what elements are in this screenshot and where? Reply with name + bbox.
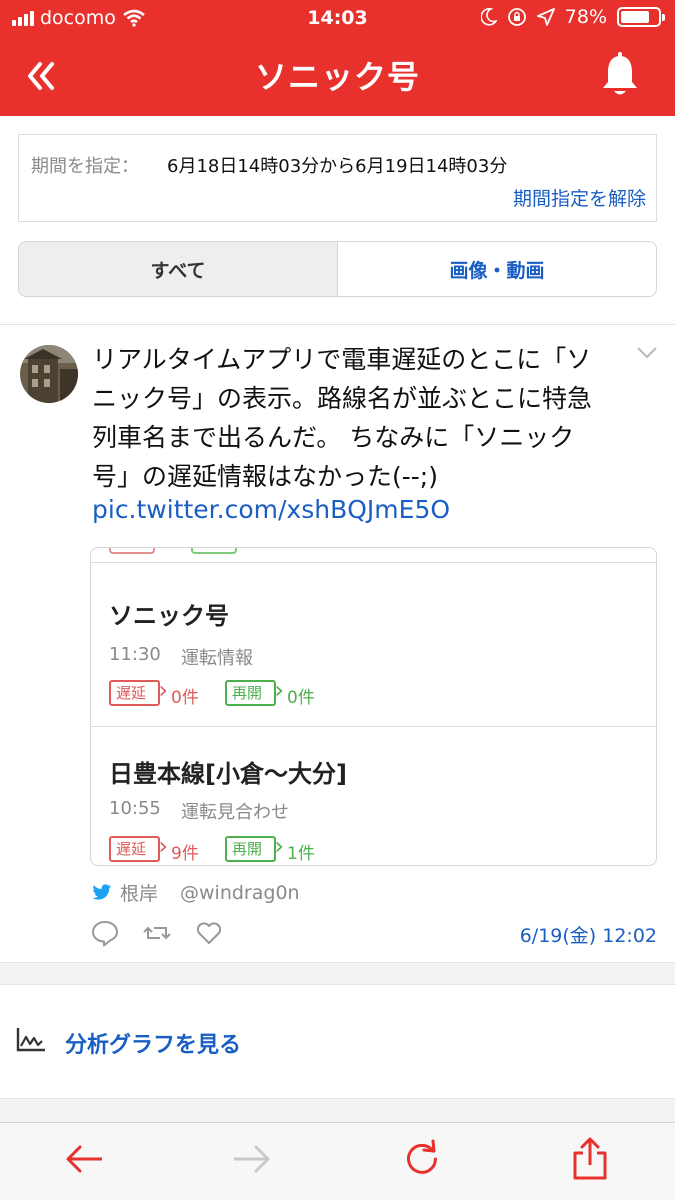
delay-count: 9件 xyxy=(171,844,199,864)
notification-button[interactable] xyxy=(599,52,641,98)
reply-icon[interactable] xyxy=(90,918,120,948)
period-filter: 期間を指定： 6月18日14時03分から6月19日14時03分 期間指定を解除 xyxy=(18,134,657,222)
share-button[interactable] xyxy=(568,1137,612,1181)
reload-button[interactable] xyxy=(400,1137,444,1181)
reload-icon xyxy=(407,1139,437,1174)
browser-forward-button[interactable] xyxy=(230,1137,274,1181)
tweet-text-line: 列車名まで出るんだ。 ちなみに「ソニック xyxy=(92,423,575,452)
arrow-left-icon xyxy=(66,1145,102,1173)
line-chart-icon xyxy=(16,1028,45,1052)
resume-badge: 再開 xyxy=(225,679,284,706)
status-text: 運転見合わせ xyxy=(181,802,289,823)
train-name: ソニック号 xyxy=(109,602,229,630)
status-text: 運転情報 xyxy=(181,648,253,669)
author-handle[interactable]: @windrag0n xyxy=(180,882,300,904)
retweet-icon[interactable] xyxy=(142,918,172,948)
section-spacer xyxy=(0,1098,675,1122)
tweet-text-line: リアルタイムアプリで電車遅延のとこに「ソ xyxy=(92,345,592,374)
chevron-down-icon[interactable] xyxy=(636,346,658,360)
tweet-image[interactable]: ソニック号 11:30 運転情報 遅延 0件 再開 0件 日豊本線[小倉〜大分]… xyxy=(90,547,657,866)
divider xyxy=(91,726,656,727)
tweet-text-line: ニック号」の表示。路線名が並ぶとこに特急 xyxy=(92,384,593,413)
tweet-date[interactable]: 6/19(金) 12:02 xyxy=(520,921,657,948)
moon-icon xyxy=(480,8,497,26)
divider xyxy=(91,562,656,563)
tweet-author: 根岸 @windrag0n xyxy=(92,879,300,906)
status-icons: 78% xyxy=(480,6,665,28)
page-title: ソニック号 xyxy=(254,58,420,96)
section-spacer xyxy=(0,963,675,985)
tweet-image-link[interactable]: pic.twitter.com/xshBQJmE5O xyxy=(92,495,450,524)
like-icon[interactable] xyxy=(194,918,224,948)
tweet-actions xyxy=(90,918,224,948)
update-time: 10:55 xyxy=(109,798,161,819)
app-header: docomo 14:03 78% ソニック号 xyxy=(0,0,675,116)
resume-badge: 再開 xyxy=(225,835,284,862)
period-label: 期間を指定： xyxy=(31,156,139,177)
tweet-text-line: 号」の遅延情報はなかった(--;) xyxy=(92,462,438,491)
resume-count: 0件 xyxy=(287,688,315,708)
battery-icon xyxy=(617,7,665,27)
share-icon xyxy=(573,1137,607,1180)
update-time: 11:30 xyxy=(109,644,161,665)
browser-back-button[interactable] xyxy=(62,1137,106,1181)
clear-period-link[interactable]: 期間指定を解除 xyxy=(513,184,646,211)
orientation-lock-icon xyxy=(507,8,526,26)
delay-count: 0件 xyxy=(171,688,199,708)
train-name: 日豊本線[小倉〜大分] xyxy=(109,760,347,788)
analysis-label: 分析グラフを見る xyxy=(65,1033,242,1058)
arrow-right-icon xyxy=(234,1145,270,1173)
filter-tabs: すべて 画像・動画 xyxy=(18,241,657,297)
period-range: 6月18日14時03分から6月19日14時03分 xyxy=(167,156,508,177)
delay-badge: 遅延 xyxy=(109,679,168,706)
divider xyxy=(0,324,675,325)
delay-badge: 遅延 xyxy=(109,835,168,862)
cropped-badges xyxy=(109,548,237,558)
battery-percent: 78% xyxy=(564,6,607,28)
resume-count: 1件 xyxy=(287,844,315,864)
twitter-bird-icon xyxy=(92,884,112,900)
status-bar: docomo 14:03 78% xyxy=(0,0,675,38)
tab-all[interactable]: すべて xyxy=(19,242,338,296)
bell-icon xyxy=(603,52,637,95)
avatar[interactable] xyxy=(20,345,78,403)
analysis-graph-link[interactable]: 分析グラフを見る xyxy=(0,1010,675,1072)
browser-toolbar xyxy=(0,1122,675,1200)
location-icon xyxy=(536,8,555,26)
author-name[interactable]: 根岸 xyxy=(120,879,158,906)
tweet-text: リアルタイムアプリで電車遅延のとこに「ソ ニック号」の表示。路線名が並ぶとこに特… xyxy=(92,340,632,496)
tab-media[interactable]: 画像・動画 xyxy=(338,242,656,296)
